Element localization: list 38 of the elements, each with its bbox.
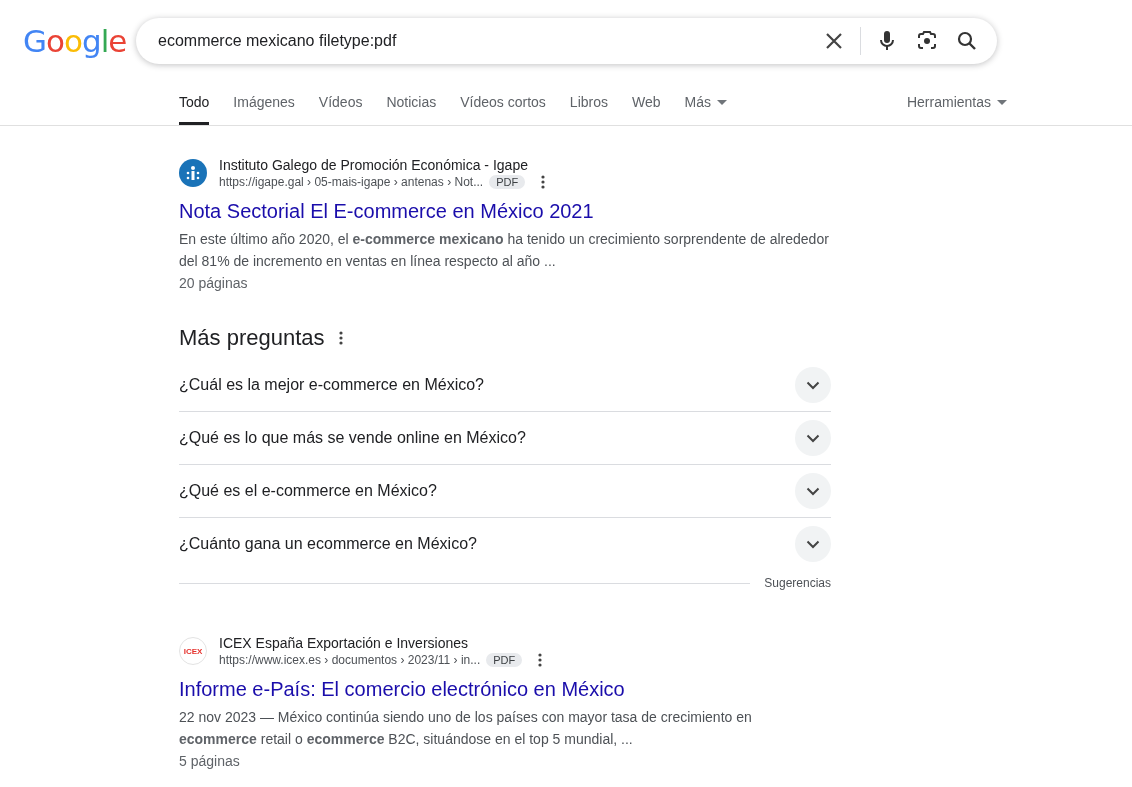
result-title-link[interactable]: Informe e-País: El comercio electrónico en México bbox=[179, 676, 831, 702]
page-count: 20 páginas bbox=[179, 274, 249, 293]
site-logo-icon bbox=[179, 159, 207, 187]
search-tab[interactable]: Imágenes bbox=[233, 82, 295, 125]
pdf-badge: PDF bbox=[486, 653, 523, 667]
question-row[interactable]: ¿Cuál es la mejor e-commerce en México? bbox=[179, 359, 831, 412]
section-heading: Más preguntas bbox=[179, 324, 325, 352]
chevron-icon[interactable] bbox=[795, 420, 831, 456]
question-row[interactable]: ¿Cuánto gana un ecommerce en México? bbox=[179, 518, 831, 570]
more-options-icon[interactable] bbox=[541, 175, 546, 189]
search-tab[interactable]: Todo bbox=[179, 82, 210, 125]
more-options-icon[interactable] bbox=[538, 653, 543, 667]
result-url: https://igape.gal › 05-mais-igape › antenas › Not... bbox=[219, 174, 484, 190]
search-field[interactable]: ecommerce mexicano filetype:pdf bbox=[156, 31, 806, 51]
result-snippet: En este último año 2020, el e-commerce mexicano ha tenido un crecimiento sorprendente de alrededor del 81% de incremento en ventas en línea respecto al año ... bbox=[179, 230, 830, 271]
result-title-link[interactable]: Nota Sectorial El E-commerce en México 2021 bbox=[179, 198, 831, 224]
search-tab[interactable]: Noticias bbox=[386, 82, 437, 125]
caret-icon bbox=[997, 99, 1007, 105]
google-logo[interactable]: Google bbox=[0, 23, 136, 59]
result-snippet: 22 nov 2023 — México continúa siendo uno de los países con mayor tasa de crecimiento en ecommerce retail o ecommerce B2C, situándose en el top 5 mundial, ... bbox=[179, 708, 753, 749]
result-url: https://www.icex.es › documentos › 2023/11 › in... bbox=[219, 652, 481, 668]
page-count: 5 páginas bbox=[179, 752, 241, 771]
more-options-icon[interactable] bbox=[338, 331, 343, 345]
search-tab[interactable]: Vídeos bbox=[318, 82, 363, 125]
question-row[interactable]: ¿Qué es lo que más se vende online en México? bbox=[179, 412, 831, 465]
search-tab[interactable]: Web bbox=[632, 82, 661, 125]
search-tab[interactable]: Vídeos cortos bbox=[460, 82, 546, 125]
site-name: ICEX España Exportación e Inversiones bbox=[219, 634, 470, 652]
question-row[interactable]: ¿Qué es el e-commerce en México? bbox=[179, 465, 831, 518]
suggestions-label: Sugerencias bbox=[764, 576, 831, 590]
chevron-icon[interactable] bbox=[795, 473, 831, 509]
site-name: Instituto Galego de Promoción Económica - Igape bbox=[219, 156, 529, 174]
pdf-badge: PDF bbox=[489, 175, 526, 189]
search-tab[interactable]: Más bbox=[684, 82, 727, 125]
search-tab[interactable]: Libros bbox=[569, 82, 608, 125]
chevron-icon[interactable] bbox=[795, 367, 831, 403]
tools-button[interactable]: Herramientas bbox=[906, 82, 1007, 122]
chevron-icon[interactable] bbox=[795, 526, 831, 562]
